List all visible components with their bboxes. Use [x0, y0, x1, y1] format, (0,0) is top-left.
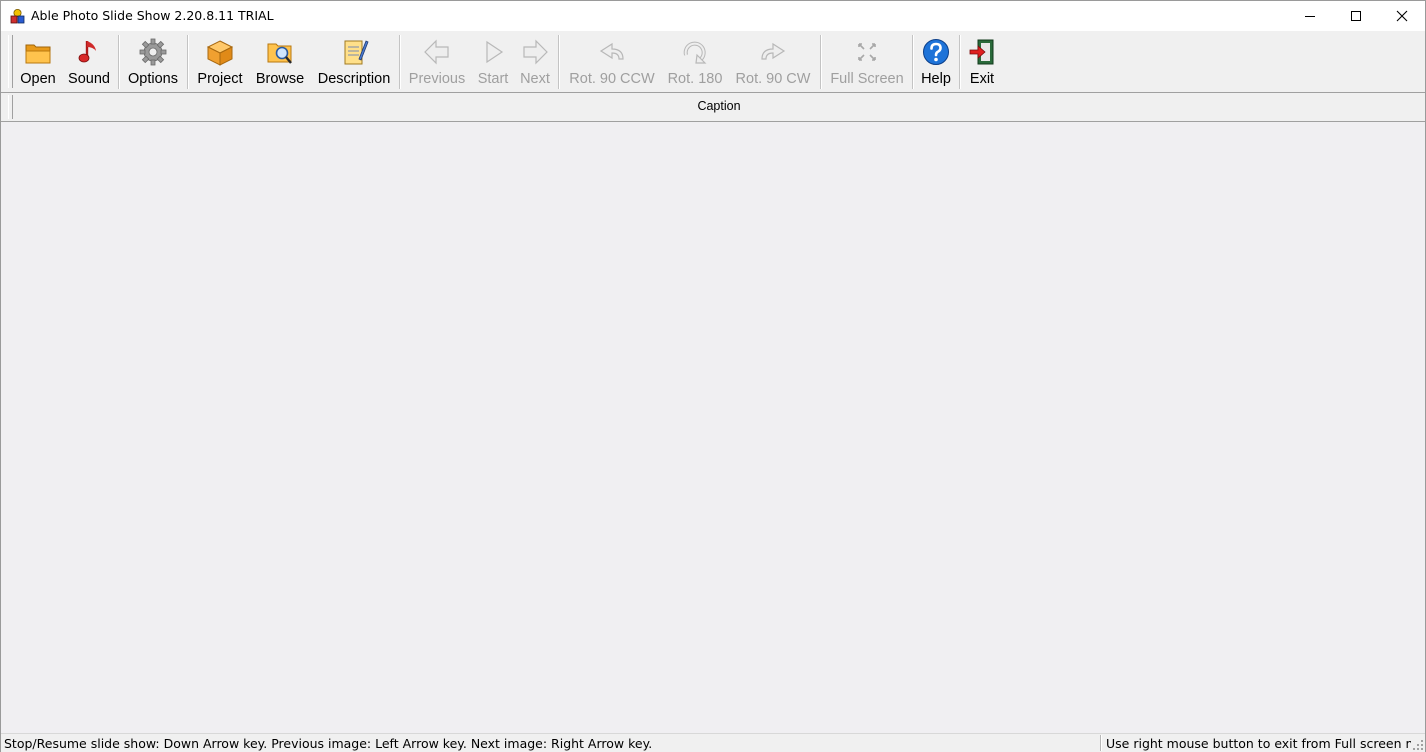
start-button[interactable]: Start [473, 33, 513, 91]
rotate-cw-label: Rot. 90 CW [735, 71, 811, 87]
music-note-icon [78, 41, 96, 63]
exit-button[interactable]: Exit [963, 33, 1001, 91]
maximize-button[interactable] [1333, 1, 1379, 31]
close-icon [1396, 10, 1408, 22]
box-icon [206, 40, 234, 66]
exit-label: Exit [969, 71, 995, 87]
rotate-180-button[interactable]: Rot. 180 [663, 33, 727, 91]
open-label: Open [20, 71, 56, 87]
toolbar-separator [912, 35, 914, 89]
minimize-icon [1305, 16, 1315, 17]
options-label: Options [128, 71, 178, 87]
toolbar-separator [187, 35, 189, 89]
main-toolbar: Open Sound Options Project Browse Descri… [1, 31, 1425, 93]
rotate-cw-icon [761, 42, 786, 60]
full-screen-button[interactable]: Full Screen [825, 33, 909, 91]
rotate-180-label: Rot. 180 [667, 71, 723, 87]
image-viewer[interactable] [1, 122, 1425, 733]
project-button[interactable]: Project [192, 33, 248, 91]
title-bar[interactable]: Able Photo Slide Show 2.20.8.11 TRIAL [1, 1, 1425, 31]
folder-open-icon [25, 44, 51, 64]
toolbar-separator [558, 35, 560, 89]
rotate-ccw-button[interactable]: Rot. 90 CCW [563, 33, 661, 91]
toolbar-separator [399, 35, 401, 89]
open-button[interactable]: Open [15, 33, 61, 91]
exit-door-icon [969, 39, 994, 65]
fullscreen-icon [858, 43, 876, 61]
arrow-left-icon [424, 39, 449, 65]
caption-bar: Caption [1, 93, 1425, 122]
status-hint-fullscreen: Use right mouse button to exit from Full… [1106, 736, 1411, 751]
arrow-right-icon [523, 39, 548, 65]
maximize-icon [1351, 11, 1361, 21]
toolbar-separator [820, 35, 822, 89]
close-button[interactable] [1379, 1, 1425, 31]
options-button[interactable]: Options [122, 33, 184, 91]
browse-button[interactable]: Browse [251, 33, 309, 91]
resize-grip-icon[interactable] [1412, 739, 1424, 751]
full-screen-label: Full Screen [830, 71, 904, 87]
next-button[interactable]: Next [515, 33, 555, 91]
rotate-ccw-icon [599, 42, 624, 60]
gear-icon [139, 38, 167, 66]
toolbar-grip[interactable] [8, 35, 13, 88]
previous-label: Previous [408, 71, 466, 87]
help-icon [923, 39, 949, 65]
previous-button[interactable]: Previous [404, 33, 470, 91]
rotate-ccw-label: Rot. 90 CCW [569, 71, 655, 87]
app-icon [10, 9, 25, 24]
browse-label: Browse [255, 71, 305, 87]
start-label: Start [477, 71, 509, 87]
window-title: Able Photo Slide Show 2.20.8.11 TRIAL [31, 8, 274, 23]
play-icon [486, 40, 504, 64]
help-button[interactable]: Help [916, 33, 956, 91]
sound-label: Sound [68, 71, 110, 87]
folder-search-icon [267, 43, 292, 64]
caption-label: Caption [697, 99, 741, 113]
app-window: Able Photo Slide Show 2.20.8.11 TRIAL Op… [0, 0, 1426, 752]
toolbar-separator [959, 35, 961, 89]
description-label: Description [317, 71, 391, 87]
notepad-icon [344, 40, 369, 65]
minimize-button[interactable] [1287, 1, 1333, 31]
rotate-180-icon [683, 41, 707, 64]
description-button[interactable]: Description [312, 33, 396, 91]
toolbar-separator [118, 35, 120, 89]
help-label: Help [921, 71, 951, 87]
project-label: Project [197, 71, 243, 87]
rotate-cw-button[interactable]: Rot. 90 CW [730, 33, 816, 91]
status-hint-keys: Stop/Resume slide show: Down Arrow key. … [4, 736, 653, 751]
next-label: Next [520, 71, 550, 87]
status-divider [1100, 735, 1102, 751]
sound-button[interactable]: Sound [63, 33, 115, 91]
status-bar: Stop/Resume slide show: Down Arrow key. … [1, 733, 1425, 752]
